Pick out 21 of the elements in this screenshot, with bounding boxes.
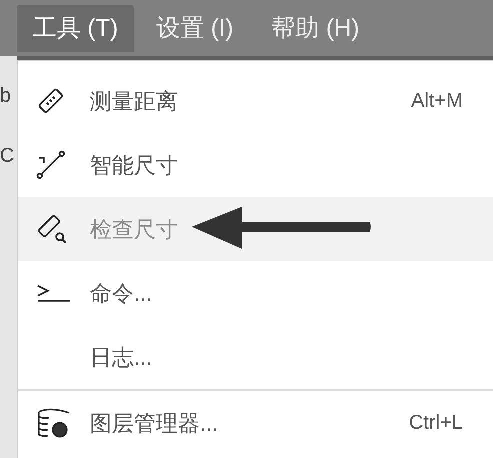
menu-item-label: 图层管理器... xyxy=(90,410,218,438)
ruler-icon xyxy=(36,86,66,116)
background-text: C xyxy=(0,146,16,166)
ruler-search-icon xyxy=(36,213,68,245)
menu-item[interactable]: 智能尺寸 xyxy=(18,133,493,197)
layers-icon xyxy=(36,407,70,439)
menu-item[interactable]: 测量距离 Alt+M xyxy=(18,69,493,133)
terminal-icon xyxy=(36,283,72,303)
menu-item-label: 智能尺寸 xyxy=(90,152,178,180)
menu-item-label: 检查尺寸 xyxy=(90,216,178,244)
menu-item-label: 命令... xyxy=(90,280,152,308)
background-text: b xyxy=(0,86,12,106)
menu-bar-item[interactable]: 工具 (T) xyxy=(17,5,134,52)
menu-item[interactable]: 日志... xyxy=(18,325,493,389)
menu-item[interactable]: 图层管理器... Ctrl+L xyxy=(18,391,493,455)
menu-item[interactable]: 命令... xyxy=(18,261,493,325)
menu-item-label: 日志... xyxy=(90,344,152,372)
menu-item-label: 测量距离 xyxy=(90,88,178,116)
shortcut-text: Ctrl+L xyxy=(409,411,463,436)
dimension-line-icon xyxy=(36,150,66,180)
shortcut-text: Alt+M xyxy=(411,89,463,114)
